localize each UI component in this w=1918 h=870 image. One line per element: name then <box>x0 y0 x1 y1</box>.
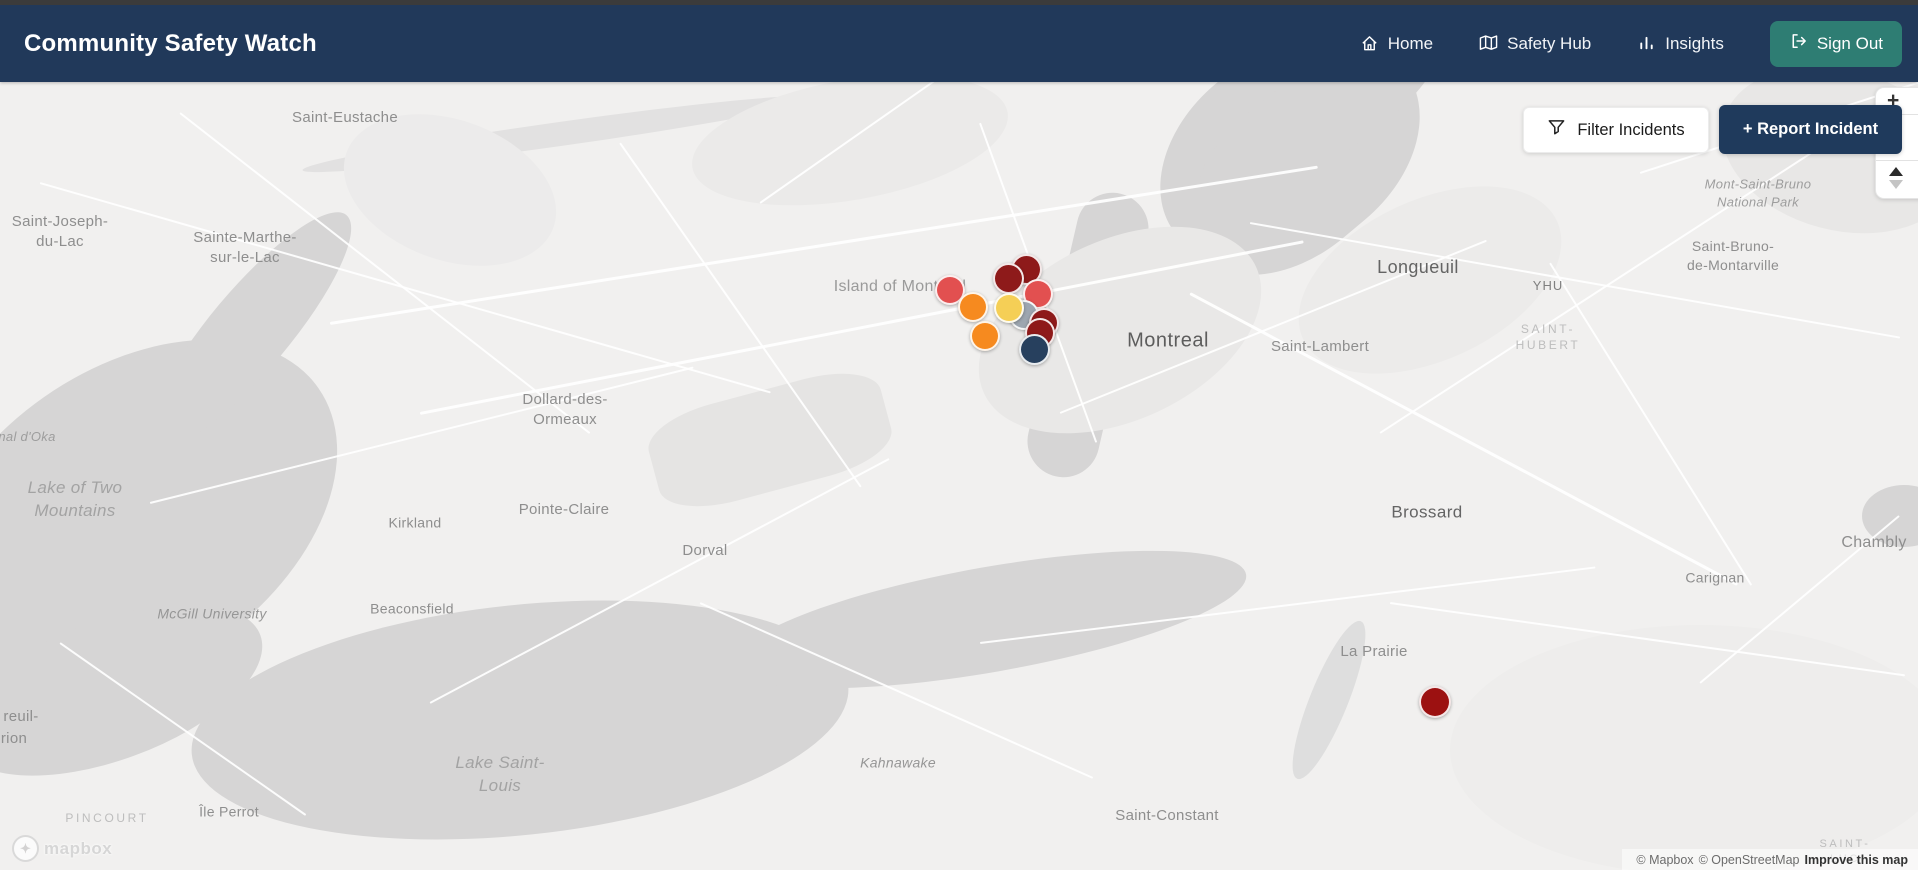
incident-marker-crimson[interactable] <box>1419 686 1451 718</box>
map-place-label: Saint-Joseph- du-Lac <box>11 212 109 250</box>
report-incident-button[interactable]: + Report Incident <box>1719 105 1902 154</box>
map-place-label: SAINT- HUBERT <box>1515 321 1581 352</box>
mapbox-icon: ✦ <box>12 835 39 862</box>
nav-item-safety-hub[interactable]: Safety Hub <box>1479 34 1591 54</box>
divider <box>1876 160 1918 161</box>
arrow-down-icon[interactable] <box>1889 180 1903 189</box>
map-place-label: Dollard-des- Ormeaux <box>522 390 608 428</box>
filter-incidents-button[interactable]: Filter Incidents <box>1523 107 1709 153</box>
incident-marker-orange[interactable] <box>958 292 988 322</box>
map-place-label: Saint-Constant <box>1115 806 1219 824</box>
attribution-mapbox-link[interactable]: © Mapbox <box>1636 853 1693 867</box>
sign-out-label: Sign Out <box>1816 33 1883 53</box>
map-place-label: Saint-Bruno- de-Montarville <box>1686 238 1780 273</box>
sign-out-icon <box>1789 32 1808 56</box>
incident-marker-darkred[interactable] <box>992 262 1024 294</box>
map-place-label: Dorval <box>682 541 728 559</box>
map-place-label: Brossard <box>1391 502 1463 522</box>
incident-marker-navy[interactable] <box>1018 333 1050 365</box>
water-shape <box>1279 614 1379 786</box>
map-place-label: Lake Saint- Louis <box>455 753 545 795</box>
map-place-label: nal d'Oka <box>0 429 56 445</box>
map-place-label: reuil- <box>3 707 39 725</box>
nav-item-label: Home <box>1387 33 1434 53</box>
map-attribution: © Mapbox © OpenStreetMap Improve this ma… <box>1622 849 1918 870</box>
water-shape <box>179 571 861 869</box>
terrain-patch <box>641 360 899 520</box>
app-title: Community Safety Watch <box>24 29 317 57</box>
nav-item-insights[interactable]: Insights <box>1637 34 1724 54</box>
map-place-label: Mont-Saint-Bruno National Park <box>1704 176 1812 209</box>
map-place-label: McGill University <box>157 605 267 622</box>
nav-item-label: Safety Hub <box>1507 33 1592 53</box>
map-canvas[interactable]: Saint-Eustache Saint-Joseph- du-Lac Sainte… <box>0 82 1918 870</box>
nav-item-label: Insights <box>1665 33 1724 53</box>
home-icon <box>1360 34 1379 53</box>
map-place-label: Pointe-Claire <box>518 500 610 518</box>
incident-marker-yellow[interactable] <box>994 293 1024 323</box>
window-chrome-strip <box>0 0 1918 5</box>
mapbox-logo[interactable]: ✦ mapbox <box>12 835 112 862</box>
map-place-label: Île Perrot <box>199 803 259 820</box>
map-place-label: Saint-Lambert <box>1270 337 1370 355</box>
map-place-label: YHU <box>1532 278 1564 294</box>
map-place-label: Montreal <box>1127 329 1209 352</box>
map-place-label: Kirkland <box>388 514 442 531</box>
map-place-label: Saint-Eustache <box>292 108 398 126</box>
main-nav: Home Safety Hub Insights Sign Out <box>1360 20 1902 67</box>
map-place-label: La Prairie <box>1340 642 1408 660</box>
map-place-label: Sainte-Marthe- sur-le-Lac <box>193 228 297 266</box>
bar-chart-icon <box>1637 34 1656 53</box>
map-icon <box>1479 34 1498 53</box>
filter-label: Filter Incidents <box>1577 120 1685 139</box>
map-place-label: PINCOURT <box>65 810 149 825</box>
map-place-label: Kahnawake <box>860 754 936 771</box>
attribution-osm-link[interactable]: © OpenStreetMap <box>1699 853 1800 867</box>
nav-item-home[interactable]: Home <box>1360 34 1433 54</box>
mapbox-wordmark: mapbox <box>44 838 113 858</box>
map-place-label: Chambly <box>1841 534 1907 552</box>
map-place-label: Carignan <box>1685 569 1745 586</box>
map-place-label: Lake of Two Mountains <box>27 478 123 520</box>
map-place-label: rion <box>0 729 28 747</box>
app-header: Community Safety Watch Home Safety Hub I… <box>0 5 1918 82</box>
arrow-up-icon[interactable] <box>1889 167 1903 176</box>
map-place-label: Longueuil <box>1377 256 1459 277</box>
filter-icon <box>1547 118 1566 142</box>
terrain-patch <box>1450 625 1918 870</box>
map-place-label: Beaconsfield <box>370 600 454 617</box>
improve-map-link[interactable]: Improve this map <box>1805 853 1909 867</box>
sign-out-button[interactable]: Sign Out <box>1769 20 1902 67</box>
incident-marker-orange[interactable] <box>970 321 1000 351</box>
